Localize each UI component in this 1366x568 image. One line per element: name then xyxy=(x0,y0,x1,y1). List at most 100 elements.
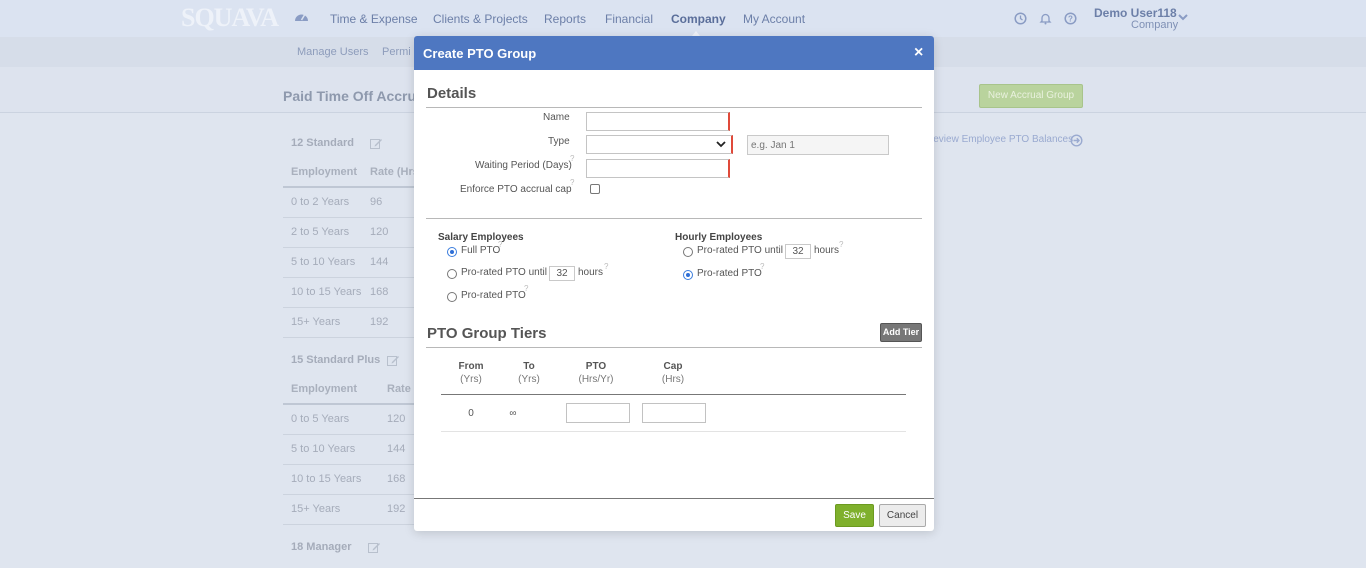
hourly-employees-title: Hourly Employees xyxy=(675,232,763,243)
column-subheader-from: (Yrs) xyxy=(460,374,482,385)
top-navigation-bar: SQUAVA Time & Expense Clients & Projects… xyxy=(0,0,1366,37)
table-cell: 15+ Years xyxy=(291,503,341,515)
add-tier-button[interactable]: Add Tier xyxy=(880,323,922,342)
column-header-to: To xyxy=(523,361,535,372)
edit-icon[interactable] xyxy=(370,138,383,150)
row-divider xyxy=(283,247,414,248)
tier-pto-input[interactable] xyxy=(566,403,630,423)
column-header-cap: Cap xyxy=(663,361,683,372)
salary-prorated-label: Pro-rated PTO xyxy=(461,290,526,301)
salary-until-input[interactable]: 32 xyxy=(549,266,575,281)
subnav-manage-users[interactable]: Manage Users xyxy=(297,46,369,58)
nav-my-account[interactable]: My Account xyxy=(743,12,805,26)
nav-company[interactable]: Company xyxy=(671,12,726,26)
arrow-circle-right-icon[interactable] xyxy=(1070,134,1083,147)
salary-hours-label: hours xyxy=(578,267,604,278)
section-divider xyxy=(426,107,922,108)
type-select[interactable] xyxy=(586,135,733,154)
save-button[interactable]: Save xyxy=(835,504,874,527)
salary-full-pto-label: Full PTO xyxy=(461,245,501,256)
nav-clients-projects[interactable]: Clients & Projects xyxy=(433,12,528,26)
row-divider xyxy=(283,277,414,278)
start-date-input[interactable] xyxy=(747,135,889,155)
help-icon[interactable]: ? xyxy=(1064,12,1077,25)
help-icon[interactable]: ? xyxy=(524,284,528,293)
help-icon[interactable]: ? xyxy=(570,178,574,187)
table-cell: 5 to 10 Years xyxy=(291,443,356,455)
nav-financial[interactable]: Financial xyxy=(605,12,653,26)
name-input[interactable] xyxy=(586,112,730,131)
column-header-pto: PTO xyxy=(585,361,607,372)
row-divider xyxy=(283,217,414,218)
salary-prorated-radio[interactable] xyxy=(447,292,457,302)
accrual-group-title: 15 Standard Plus xyxy=(291,354,381,366)
help-icon[interactable]: ? xyxy=(604,262,608,271)
hourly-prorated-radio[interactable] xyxy=(683,270,693,280)
help-icon[interactable]: ? xyxy=(760,262,764,271)
column-header-from: From xyxy=(458,361,484,372)
edit-icon[interactable] xyxy=(368,542,381,554)
edit-icon[interactable] xyxy=(387,355,400,367)
table-cell: 144 xyxy=(370,256,389,268)
review-pto-balances-link[interactable]: Review Employee PTO Balances xyxy=(926,134,1073,145)
chevron-down-icon[interactable] xyxy=(1178,13,1188,21)
table-header-divider xyxy=(283,186,414,188)
clock-icon[interactable] xyxy=(1014,12,1027,25)
dashboard-icon[interactable] xyxy=(294,11,309,22)
salary-prorated-until-radio[interactable] xyxy=(447,269,457,279)
table-cell: 168 xyxy=(370,286,389,298)
table-cell: 120 xyxy=(370,226,389,238)
section-divider xyxy=(426,218,922,219)
table-cell: 10 to 15 Years xyxy=(291,286,362,298)
user-name[interactable]: Demo User118 xyxy=(1094,6,1177,20)
create-pto-group-dialog: Create PTO Group × Details Name Type Wai… xyxy=(414,36,934,531)
hourly-prorated-until-radio[interactable] xyxy=(683,247,693,257)
column-header-rate: Rate ( xyxy=(387,383,418,395)
salary-employees-title: Salary Employees xyxy=(438,232,524,243)
table-cell: 192 xyxy=(370,316,389,328)
cancel-button[interactable]: Cancel xyxy=(879,504,926,527)
type-label: Type xyxy=(548,136,570,147)
chevron-down-icon xyxy=(716,141,726,148)
table-cell: 0 to 5 Years xyxy=(291,413,350,425)
row-divider xyxy=(283,307,414,308)
details-section-title: Details xyxy=(427,85,477,102)
waiting-period-input[interactable] xyxy=(586,159,730,178)
table-cell: 10 to 15 Years xyxy=(291,473,362,485)
column-header-rate: Rate (Hrs xyxy=(370,166,419,178)
tier-cap-input[interactable] xyxy=(642,403,706,423)
page-title: Paid Time Off Accru xyxy=(283,88,417,104)
tier-to-value: ∞ xyxy=(509,408,517,419)
row-divider xyxy=(283,524,414,525)
name-label: Name xyxy=(543,112,570,123)
table-cell: 96 xyxy=(370,196,383,208)
nav-reports[interactable]: Reports xyxy=(544,12,586,26)
salary-full-pto-radio[interactable] xyxy=(447,247,457,257)
table-cell: 192 xyxy=(387,503,406,515)
help-icon[interactable]: ? xyxy=(839,240,843,249)
new-accrual-group-button[interactable]: New Accrual Group xyxy=(979,84,1083,108)
tiers-section-title: PTO Group Tiers xyxy=(427,325,547,342)
accrual-cap-checkbox[interactable] xyxy=(590,184,600,194)
nav-time-expense[interactable]: Time & Expense xyxy=(330,12,418,26)
help-icon[interactable]: ? xyxy=(498,240,502,249)
squava-logo[interactable]: SQUAVA xyxy=(181,3,279,33)
table-cell: 2 to 5 Years xyxy=(291,226,350,238)
user-company: Company xyxy=(1131,19,1179,31)
bell-icon[interactable] xyxy=(1039,12,1052,25)
column-header-employment: Employment xyxy=(291,166,358,178)
row-divider xyxy=(283,434,414,435)
table-header-divider xyxy=(283,403,414,405)
table-header-divider xyxy=(441,394,906,395)
hourly-until-input[interactable]: 32 xyxy=(785,244,811,259)
close-icon[interactable]: × xyxy=(914,45,923,61)
hourly-prorated-until-label: Pro-rated PTO until xyxy=(697,245,783,256)
help-icon[interactable]: ? xyxy=(570,154,574,163)
subnav-permissions[interactable]: Permi xyxy=(382,46,411,58)
tier-from-value: 0 xyxy=(468,408,474,419)
row-divider xyxy=(441,431,906,432)
column-subheader-cap: (Hrs) xyxy=(661,374,685,385)
row-divider xyxy=(283,464,414,465)
svg-text:?: ? xyxy=(1068,14,1073,23)
hourly-prorated-label: Pro-rated PTO xyxy=(697,268,762,279)
